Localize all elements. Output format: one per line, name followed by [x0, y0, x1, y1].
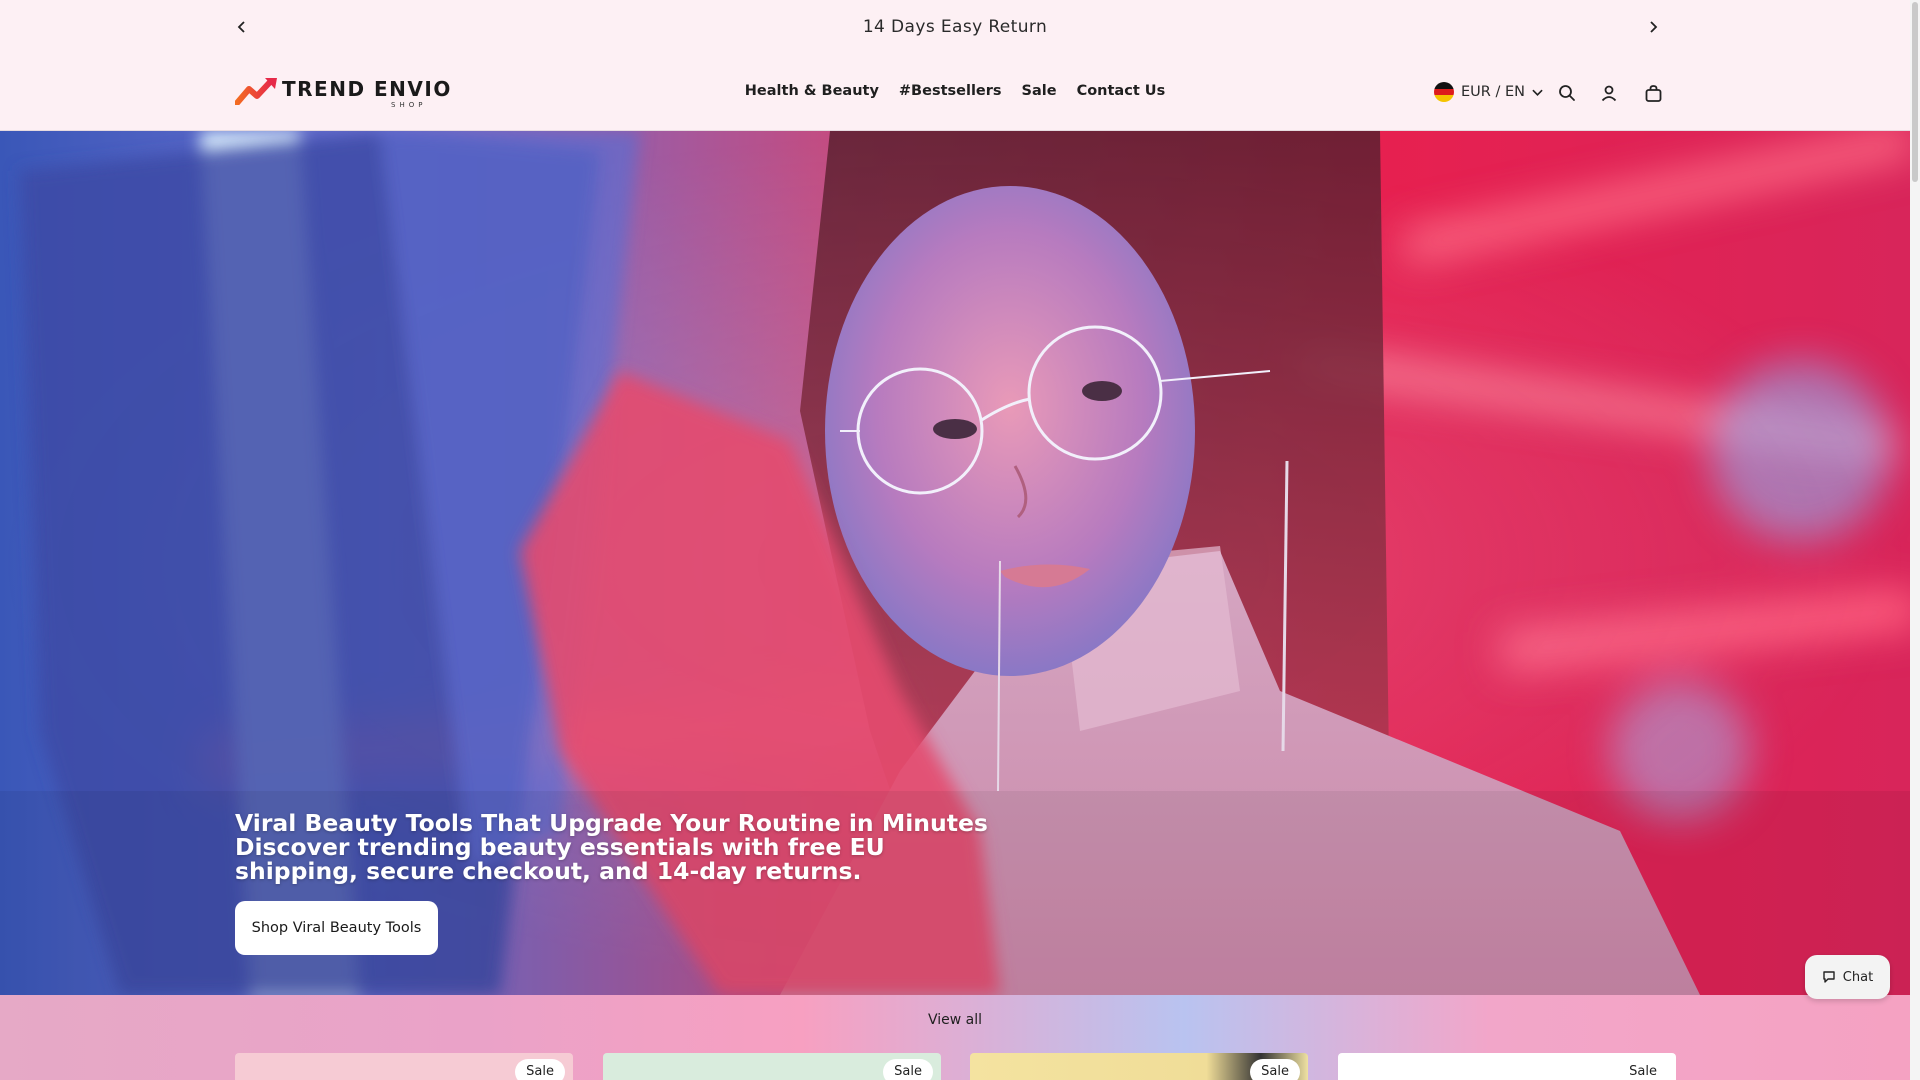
chat-bubble-icon — [1823, 971, 1835, 983]
account-icon — [1601, 85, 1617, 102]
cart-icon — [1645, 84, 1661, 102]
chat-button[interactable]: Chat — [1805, 955, 1890, 999]
hero-copy: Viral Beauty Tools That Upgrade Your Rou… — [235, 811, 1015, 883]
account-button[interactable] — [1598, 82, 1620, 104]
currency-language-selector[interactable]: EUR / EN — [1434, 82, 1543, 102]
sale-badge: Sale — [1250, 1059, 1300, 1080]
cart-button[interactable] — [1642, 82, 1664, 104]
announcement-text: 14 Days Easy Return — [862, 17, 1048, 37]
chat-label: Chat — [1842, 969, 1874, 985]
hero-heading: Viral Beauty Tools That Upgrade Your Rou… — [235, 811, 1015, 883]
featured-collection: View all Sale Sale Sale Sale — [0, 995, 1910, 1080]
main-nav: Health & Beauty #Bestsellers Sale Contac… — [0, 83, 1910, 99]
product-card[interactable]: Sale — [603, 1053, 941, 1080]
chevron-down-icon — [1532, 89, 1543, 96]
site-header: TREND ENVIO SHOP Health & Beauty #Bestse… — [0, 55, 1910, 131]
announcement-next-button[interactable] — [1641, 15, 1665, 39]
product-card[interactable]: Sale — [235, 1053, 573, 1080]
germany-flag-icon — [1434, 82, 1454, 102]
search-button[interactable] — [1556, 82, 1578, 104]
announcement-bar: 14 Days Easy Return — [0, 0, 1910, 55]
hero-heading-line2: Discover trending beauty essentials with… — [235, 833, 885, 885]
page-scrollbar[interactable] — [1910, 0, 1920, 1080]
nav-item-bestsellers[interactable]: #Bestsellers — [899, 83, 1002, 99]
sale-badge: Sale — [883, 1059, 933, 1080]
logo-subtext: SHOP — [391, 101, 427, 109]
product-card[interactable]: Sale — [1338, 1053, 1676, 1080]
search-icon — [1559, 85, 1575, 101]
nav-item-contact-us[interactable]: Contact Us — [1077, 83, 1166, 99]
sale-badge: Sale — [1618, 1059, 1668, 1080]
nav-item-sale[interactable]: Sale — [1022, 83, 1057, 99]
hero-banner: Viral Beauty Tools That Upgrade Your Rou… — [0, 131, 1910, 995]
view-all-link[interactable]: View all — [0, 1012, 1910, 1028]
shop-now-button[interactable]: Shop Viral Beauty Tools — [235, 901, 438, 955]
locale-label: EUR / EN — [1461, 84, 1525, 100]
chevron-right-icon — [1650, 21, 1658, 33]
sale-badge: Sale — [515, 1059, 565, 1080]
hero-heading-line1: Viral Beauty Tools That Upgrade Your Rou… — [235, 809, 988, 837]
scrollbar-thumb[interactable] — [1912, 2, 1918, 182]
nav-item-health-beauty[interactable]: Health & Beauty — [745, 83, 879, 99]
product-card[interactable]: Sale — [970, 1053, 1308, 1080]
